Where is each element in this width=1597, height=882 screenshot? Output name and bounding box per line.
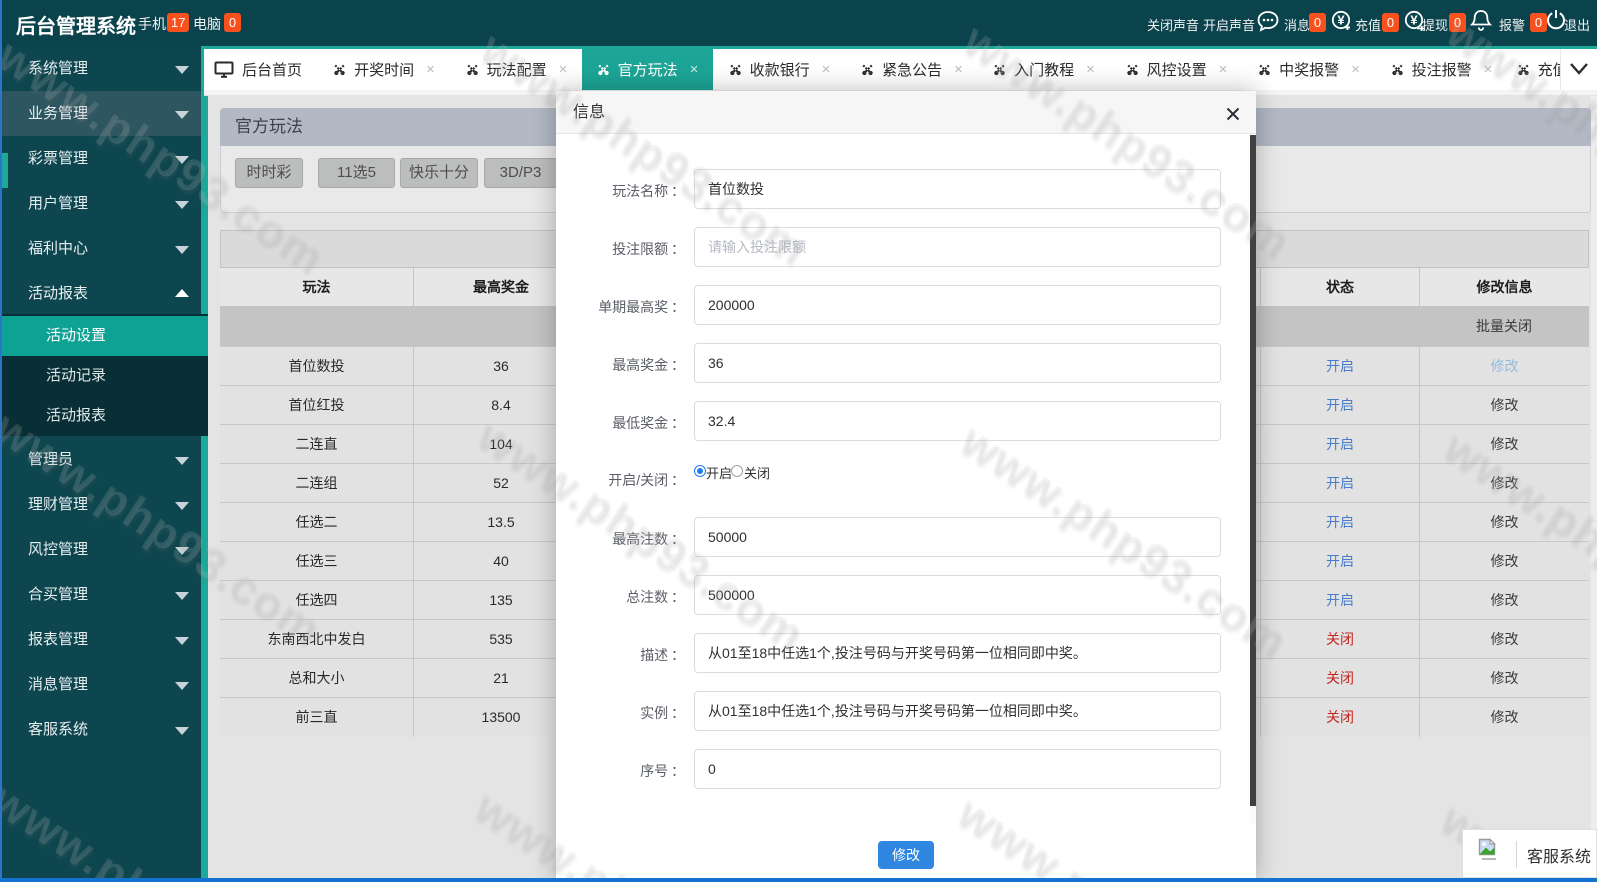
svg-text:¥: ¥ <box>1337 13 1345 28</box>
svg-text:¥: ¥ <box>1410 13 1418 28</box>
